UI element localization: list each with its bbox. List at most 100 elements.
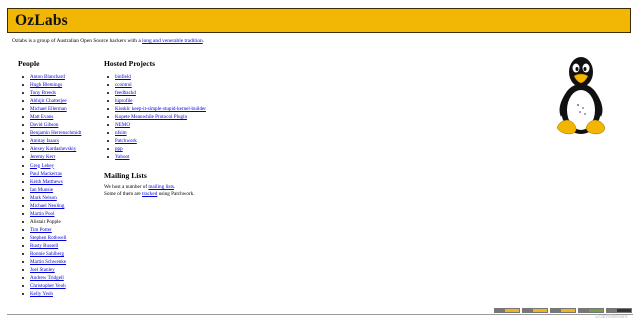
person-list-item: Martin Schwenke: [19, 258, 81, 266]
mailing-lists-link[interactable]: mailing lists: [148, 184, 174, 190]
person-link[interactable]: Benjamin Herrenschmidt: [30, 130, 81, 136]
project-link[interactable]: Patchwork: [115, 138, 137, 144]
project-link[interactable]: feedbackd: [115, 90, 136, 96]
project-link[interactable]: nfsim: [115, 130, 127, 136]
person-list-item: Ronnie Sahlberg: [19, 250, 81, 258]
tracked-link[interactable]: tracked: [142, 191, 157, 197]
person-list-item: Paul Mackerras: [19, 170, 81, 178]
person-link[interactable]: Greg Lehey: [30, 163, 54, 169]
person-link[interactable]: Joel Stanley: [30, 267, 55, 273]
person-link[interactable]: Christopher Yeoh: [30, 283, 66, 289]
project-list-item: binfield: [104, 73, 206, 81]
validation-badge[interactable]: [494, 308, 520, 313]
mailing-line-2: Some of them are tracked using Patchwork…: [104, 191, 195, 198]
person-link[interactable]: Martin Pool: [30, 211, 54, 217]
validation-badge[interactable]: [522, 308, 548, 313]
person-list-item: Mark Nelson: [19, 194, 81, 202]
validation-badges: [494, 308, 632, 313]
person-link[interactable]: Ian Munsie: [30, 187, 53, 193]
person-list-item: Amitay Isaacs: [19, 137, 81, 145]
project-link[interactable]: ccontrol: [115, 82, 132, 88]
hosted-projects-heading: Hosted Projects: [104, 59, 156, 68]
person-link[interactable]: Paul Mackerras: [30, 171, 62, 177]
person-link[interactable]: Jeremy Kerr: [30, 154, 55, 160]
person-link[interactable]: Anton Blanchard: [30, 74, 65, 80]
person-list-item: Tony Breeds: [19, 89, 81, 97]
mailing-text-1: We host a number of: [104, 184, 149, 190]
mailing-text-1-end: .: [173, 184, 176, 190]
person-list-item: Ian Munsie: [19, 186, 81, 194]
person-link[interactable]: Hugh Blemings: [30, 82, 62, 88]
person-list-item: Benjamin Herrenschmidt: [19, 129, 81, 137]
person-list-item: Rusty Russell: [19, 242, 81, 250]
validation-badge[interactable]: [550, 308, 576, 313]
person-list-item: Greg Lehey: [19, 162, 81, 170]
project-link[interactable]: Yaboot: [115, 154, 130, 160]
project-list-item: Kopete Meanwhile Protocol Plugin: [104, 113, 206, 121]
project-list-item: Patchwork: [104, 137, 206, 145]
project-list-item: Yaboot: [104, 153, 206, 161]
person-list-item: Alexey Kardashevskiy: [19, 145, 81, 153]
person-list-item: Stephen Rothwell: [19, 234, 81, 242]
people-list: Anton Blanchard Hugh Blemings Tony Breeds A…: [19, 73, 81, 298]
person-link[interactable]: Mark Nelson: [30, 195, 57, 201]
project-list-item: nfsim: [104, 129, 206, 137]
site-banner: OzLabs: [7, 8, 631, 33]
person-link[interactable]: Abhijit Chatterjee: [30, 98, 67, 104]
project-link[interactable]: Kisskb: keep-it-simple-stupid-kernel-bui…: [115, 106, 206, 112]
person-link[interactable]: Rusty Russell: [30, 243, 58, 249]
validation-badge[interactable]: [606, 308, 632, 313]
person-link[interactable]: Amitay Isaacs: [30, 138, 59, 144]
project-link[interactable]: NEMO: [115, 122, 130, 128]
person-link[interactable]: Michael Ellerman: [30, 106, 67, 112]
hosted-projects-list: binfield ccontrol feedbackd hiprofile Kisskb…: [104, 73, 206, 162]
person-name: Alistair Popple: [30, 218, 61, 225]
project-link[interactable]: Kopete Meanwhile Protocol Plugin: [115, 114, 187, 120]
person-list-item: Michael Ellerman: [19, 105, 81, 113]
person-list-item: Tim Potter: [19, 226, 81, 234]
person-link[interactable]: Tim Potter: [30, 227, 52, 233]
person-list-item: Anton Blanchard: [19, 73, 81, 81]
person-link[interactable]: Andrew Tridgell: [30, 275, 64, 281]
project-list-item: NEMO: [104, 121, 206, 129]
person-list-item: Kelly Yeoh: [19, 290, 81, 298]
project-link[interactable]: ppp: [115, 146, 123, 152]
project-list-item: ccontrol: [104, 81, 206, 89]
footer-divider: [7, 314, 633, 315]
person-link[interactable]: Tony Breeds: [30, 90, 56, 96]
mailing-lists-heading: Mailing Lists: [104, 171, 147, 180]
person-link[interactable]: Ronnie Sahlberg: [30, 251, 64, 257]
site-title: OzLabs: [15, 12, 68, 29]
mailing-text-2: Some of them are: [104, 190, 143, 197]
person-list-item: Joel Stanley: [19, 266, 81, 274]
person-link[interactable]: Martin Schwenke: [30, 259, 66, 265]
mailing-text-2-end: using Patchwork.: [157, 190, 195, 197]
project-list-item: Kisskb: keep-it-simple-stupid-kernel-bui…: [104, 105, 206, 113]
person-list-item: Matt Evans: [19, 113, 81, 121]
mailing-line-1: We host a number of mailing lists.: [104, 184, 195, 191]
people-heading: People: [18, 59, 40, 68]
person-link[interactable]: Kelly Yeoh: [30, 291, 53, 297]
person-link[interactable]: Alexey Kardashevskiy: [30, 146, 76, 152]
mailing-lists-text: We host a number of mailing lists. Some …: [104, 184, 195, 197]
intro-paragraph: Ozlabs is a group of Australian Open Sou…: [12, 38, 204, 44]
project-list-item: hiprofile: [104, 97, 206, 105]
project-link[interactable]: hiprofile: [115, 98, 133, 104]
tux-penguin-icon: [556, 57, 606, 135]
person-link[interactable]: Keith Matthews: [30, 179, 63, 185]
person-list-item: David Gibson: [19, 121, 81, 129]
person-link[interactable]: Michael Neuling: [30, 203, 64, 209]
person-list-item: Michael Neuling: [19, 202, 81, 210]
tradition-link[interactable]: long and venerable tradition: [142, 38, 203, 44]
person-link[interactable]: Matt Evans: [30, 114, 53, 120]
person-link[interactable]: Stephen Rothwell: [30, 235, 66, 241]
person-list-item: Alistair Popple: [19, 218, 81, 226]
person-list-item: Keith Matthews: [19, 178, 81, 186]
project-link[interactable]: binfield: [115, 74, 131, 80]
person-list-item: Jeremy Kerr: [19, 153, 81, 161]
validation-badge[interactable]: [578, 308, 604, 313]
intro-text-end: .: [202, 38, 205, 44]
person-list-item: Hugh Blemings: [19, 81, 81, 89]
person-link[interactable]: David Gibson: [30, 122, 58, 128]
person-list-item: Andrew Tridgell: [19, 274, 81, 282]
